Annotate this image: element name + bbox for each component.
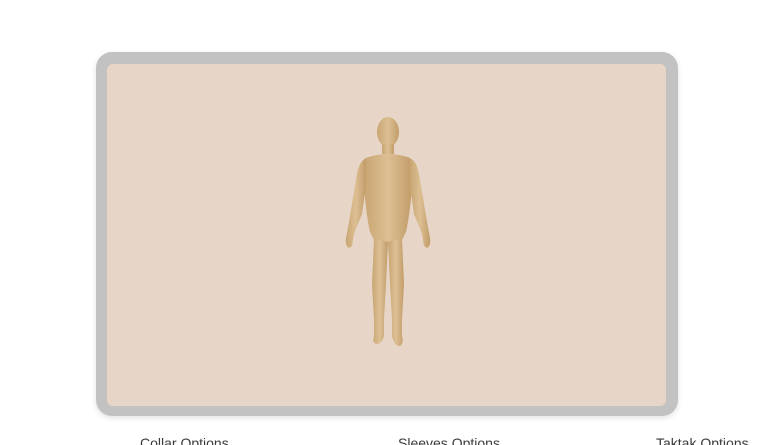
model-viewer-frame <box>96 52 678 416</box>
model-right-arm <box>410 158 431 248</box>
configurator-page: Collar Options Sleeves Options Taktak Op… <box>0 0 779 445</box>
model-neck <box>382 144 394 154</box>
options-tab-row: Collar Options Sleeves Options Taktak Op… <box>0 430 779 445</box>
model-head <box>377 117 399 147</box>
tab-collar-options[interactable]: Collar Options <box>140 435 229 445</box>
model-left-arm <box>345 158 366 248</box>
model-viewer-canvas[interactable] <box>107 64 666 406</box>
human-body-model[interactable] <box>332 114 442 350</box>
model-torso <box>364 154 412 243</box>
tab-taktak-options[interactable]: Taktak Options <box>656 435 749 445</box>
tab-sleeves-options[interactable]: Sleeves Options <box>398 435 500 445</box>
model-right-leg <box>388 238 404 346</box>
model-left-leg <box>372 238 388 344</box>
